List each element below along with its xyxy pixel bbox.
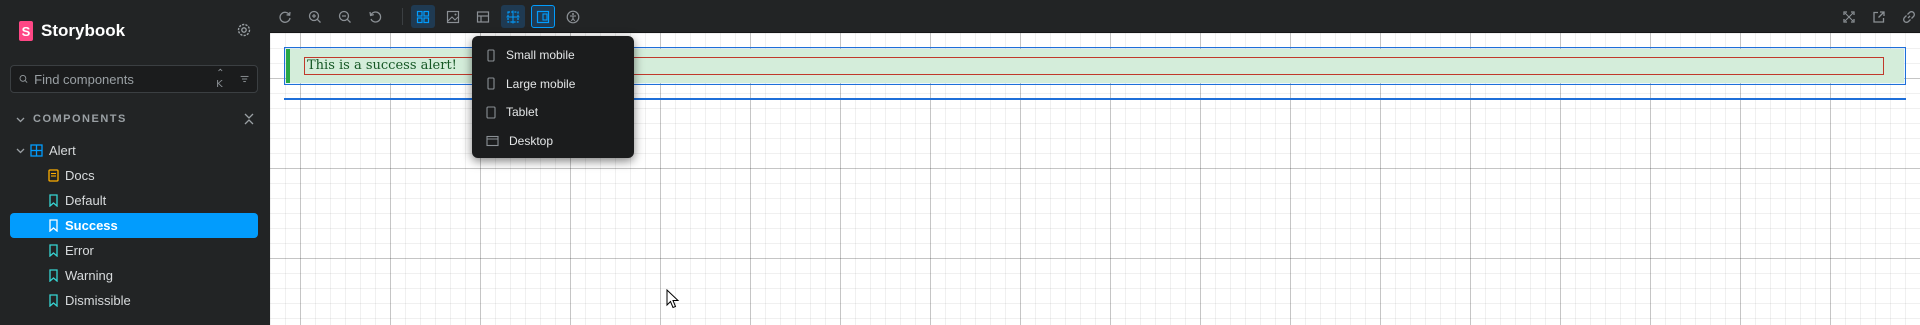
bookmark-icon — [49, 269, 58, 282]
viewport-option-label: Small mobile — [506, 48, 575, 63]
tree-item-success[interactable]: Success — [10, 213, 258, 238]
fullscreen-button[interactable] — [1837, 5, 1861, 28]
reload-icon — [279, 11, 291, 23]
reset-zoom-button[interactable] — [363, 5, 387, 28]
tablet-icon — [486, 106, 496, 119]
measure-icon — [506, 10, 520, 23]
zoom-out-icon — [338, 10, 351, 23]
tree-item-label: Docs — [65, 168, 95, 183]
bookmark-icon — [49, 244, 58, 257]
viewport-menu: Small mobile Large mobile Tablet Desktop — [472, 36, 634, 158]
accessibility-icon — [566, 10, 580, 23]
zoom-in-icon — [308, 10, 321, 23]
viewport-option-desktop[interactable]: Desktop — [472, 127, 634, 156]
viewport-option-small-mobile[interactable]: Small mobile — [472, 41, 634, 70]
accessibility-button[interactable] — [561, 5, 585, 28]
tree-item-label: Error — [65, 243, 94, 258]
copy-link-icon — [1903, 10, 1915, 23]
bookmark-icon — [49, 294, 58, 307]
image-icon — [446, 10, 460, 23]
toolbar-divider — [402, 8, 403, 25]
background-button[interactable] — [441, 5, 465, 28]
reload-button[interactable] — [273, 5, 297, 28]
tree-item-warning[interactable]: Warning — [10, 263, 258, 288]
grid-button[interactable] — [411, 5, 435, 28]
search-input[interactable] — [34, 71, 211, 87]
tree-item-label: Success — [65, 218, 118, 233]
chevron-down-icon — [16, 117, 25, 122]
desktop-icon — [486, 135, 499, 146]
measure-button[interactable] — [501, 5, 525, 28]
grid-icon — [416, 10, 430, 23]
gear-icon[interactable] — [236, 22, 252, 38]
toolbar — [270, 0, 1920, 33]
tree-item-error[interactable]: Error — [10, 238, 258, 263]
mobile-icon — [487, 77, 495, 90]
copy-link-button[interactable] — [1897, 5, 1920, 28]
collapse-all-icon[interactable] — [242, 111, 256, 127]
section-title: COMPONENTS — [33, 113, 127, 125]
tree-item-label: Dismissible — [65, 293, 131, 308]
open-new-tab-button[interactable] — [1867, 5, 1891, 28]
viewport-option-label: Large mobile — [506, 76, 576, 91]
brand-name: Storybook — [41, 21, 126, 40]
tree-item-label: Alert — [49, 143, 76, 158]
component-tree: Alert Docs Default Success Error Warning… — [10, 138, 258, 313]
viewport-option-tablet[interactable]: Tablet — [472, 98, 634, 127]
mobile-icon — [487, 49, 495, 62]
viewport-option-label: Tablet — [506, 105, 539, 120]
brand[interactable]: S Storybook — [19, 21, 125, 41]
viewport-option-large-mobile[interactable]: Large mobile — [472, 70, 634, 99]
search-icon — [19, 74, 28, 83]
component-icon — [30, 144, 43, 157]
tree-item-alert[interactable]: Alert — [10, 138, 258, 163]
outline-rows-icon — [476, 10, 490, 23]
zoom-out-button[interactable] — [333, 5, 357, 28]
section-header-components[interactable]: COMPONENTS — [16, 111, 256, 127]
storybook-logo-icon: S — [19, 21, 33, 41]
bookmark-icon — [49, 219, 58, 232]
sidebar: S Storybook ⌃ K COMPONENTS — [0, 0, 270, 325]
viewport-option-label: Desktop — [509, 133, 554, 148]
document-icon — [48, 169, 59, 182]
outline-button[interactable] — [471, 5, 495, 28]
chevron-down-icon — [16, 148, 25, 154]
tree-item-dismissible[interactable]: Dismissible — [10, 288, 258, 313]
bookmark-icon — [49, 194, 58, 207]
reset-zoom-icon — [369, 10, 382, 23]
fullscreen-icon — [1843, 10, 1855, 23]
tree-item-default[interactable]: Default — [10, 188, 258, 213]
search-box[interactable]: ⌃ K — [10, 65, 258, 93]
mouse-cursor-icon — [666, 289, 680, 309]
tree-item-label: Default — [65, 193, 107, 208]
filter-icon[interactable] — [240, 72, 249, 86]
zoom-in-button[interactable] — [303, 5, 327, 28]
tree-item-docs[interactable]: Docs — [10, 163, 258, 188]
search-shortcut: ⌃ K — [216, 68, 228, 90]
tree-item-label: Warning — [65, 268, 113, 283]
viewport-button[interactable] — [531, 5, 555, 28]
open-new-tab-icon — [1873, 10, 1885, 23]
viewport-icon — [536, 10, 550, 23]
